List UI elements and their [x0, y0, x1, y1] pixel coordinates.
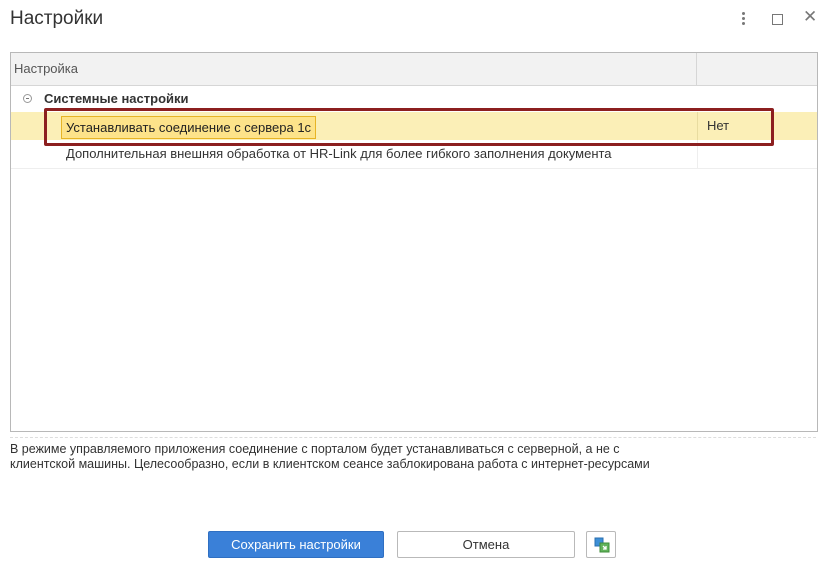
highlight-frame	[44, 108, 774, 146]
more-actions-icon[interactable]	[739, 10, 747, 27]
copy-settings-icon	[594, 537, 610, 553]
window-title: Настройки	[10, 8, 104, 29]
table-header: Настройка	[11, 53, 817, 86]
copy-settings-button[interactable]	[586, 531, 616, 558]
divider	[10, 437, 816, 438]
save-settings-button[interactable]: Сохранить настройки	[208, 531, 384, 558]
maximize-icon[interactable]	[772, 14, 783, 25]
collapse-icon[interactable]	[23, 94, 32, 103]
setting-description: В режиме управляемого приложения соедине…	[10, 442, 818, 472]
description-line: В режиме управляемого приложения соедине…	[10, 442, 620, 456]
cancel-button[interactable]: Отмена	[397, 531, 575, 558]
column-header-setting[interactable]: Настройка	[11, 53, 697, 85]
description-line: клиентской машины. Целесообразно, если в…	[10, 457, 650, 471]
close-icon[interactable]: ✕	[803, 8, 817, 26]
